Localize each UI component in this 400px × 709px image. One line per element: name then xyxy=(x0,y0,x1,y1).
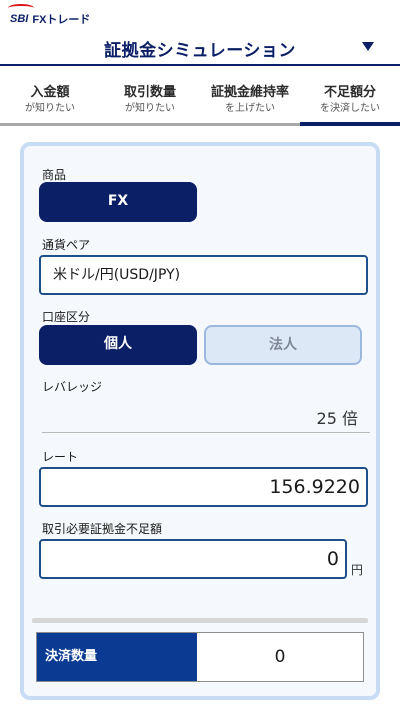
tab-label: 不足額分 xyxy=(323,85,376,100)
page-title: 証拠金シミュレーション xyxy=(104,41,296,61)
app-header: SBI FXトレード 証拠金シミュレーション xyxy=(0,0,400,66)
tab-sublabel: を上げたい xyxy=(225,103,275,114)
account-individual-button[interactable]: 個人 xyxy=(39,325,197,365)
account-type-label: 口座区分 xyxy=(42,310,91,324)
logo-fx-text: FXトレード xyxy=(32,14,91,26)
leverage-value: 25 倍 xyxy=(316,409,358,428)
divider xyxy=(42,432,370,433)
tab-sublabel: が知りたい xyxy=(25,103,75,114)
tab-shortfall-settlement[interactable]: 不足額分 を決済したい xyxy=(300,84,400,126)
tab-sublabel: が知りたい xyxy=(125,103,175,114)
product-fx-button[interactable]: FX xyxy=(39,182,197,222)
currency-pair-label: 通貨ペア xyxy=(42,238,91,252)
currency-pair-value: 米ドル/円(USD/JPY) xyxy=(53,267,181,283)
settlement-quantity-value: 0 xyxy=(197,633,363,681)
tab-label: 入金額 xyxy=(30,85,70,100)
shortfall-value: 0 xyxy=(326,548,339,570)
product-label: 商品 xyxy=(42,168,67,182)
sbi-fx-logo[interactable]: SBI FXトレード xyxy=(8,4,91,28)
simulation-tabs: 入金額 が知りたい 取引数量 が知りたい 証拠金維持率 を上げたい 不足額分 を… xyxy=(0,84,400,126)
currency-pair-select[interactable]: 米ドル/円(USD/JPY) xyxy=(39,255,368,295)
shortfall-input[interactable]: 0 xyxy=(39,539,347,579)
tab-label: 取引数量 xyxy=(123,85,176,100)
chevron-down-icon[interactable] xyxy=(362,42,374,51)
account-corporate-button[interactable]: 法人 xyxy=(204,325,362,365)
rate-value: 156.9220 xyxy=(269,476,360,498)
section-separator xyxy=(32,618,368,623)
yen-unit: 円 xyxy=(351,563,364,577)
shortfall-label: 取引必要証拠金不足額 xyxy=(42,522,163,536)
leverage-label: レバレッジ xyxy=(42,380,103,394)
simulation-form-panel: 商品 FX 通貨ペア 米ドル/円(USD/JPY) 口座区分 個人 法人 レバレ… xyxy=(20,142,380,700)
tab-margin-ratio[interactable]: 証拠金維持率 を上げたい xyxy=(200,84,300,123)
rate-input[interactable]: 156.9220 xyxy=(39,467,368,507)
tab-label: 証拠金維持率 xyxy=(210,85,289,100)
rate-label: レート xyxy=(42,450,79,464)
settlement-quantity-result: 決済数量 0 xyxy=(36,632,364,682)
tab-trade-quantity[interactable]: 取引数量 が知りたい xyxy=(100,84,200,123)
logo-sbi-text: SBI xyxy=(10,13,29,25)
tab-sublabel: を決済したい xyxy=(320,103,380,114)
tab-deposit-amount[interactable]: 入金額 が知りたい xyxy=(0,84,100,123)
settlement-quantity-label: 決済数量 xyxy=(37,633,197,681)
